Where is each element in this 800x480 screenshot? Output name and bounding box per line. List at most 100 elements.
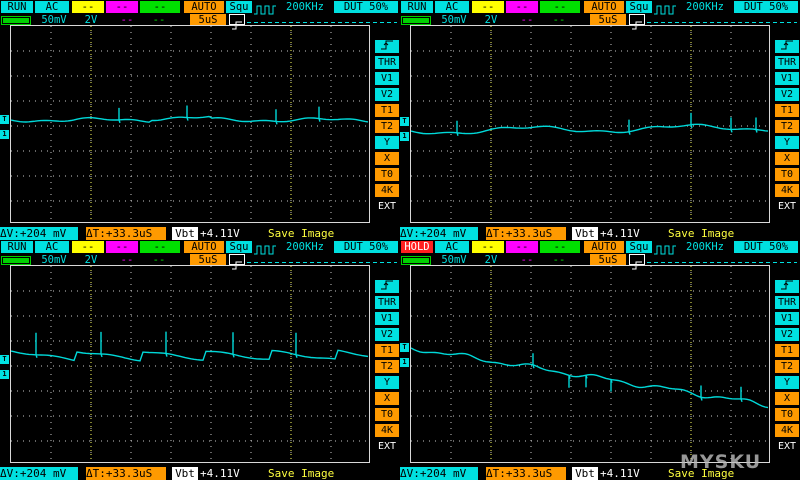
side-button-ext[interactable]: EXT <box>775 200 799 213</box>
trigger-mode-button[interactable]: AUTO <box>184 241 224 253</box>
side-button-v2[interactable]: V2 <box>775 328 799 341</box>
side-button-t2[interactable]: T2 <box>775 360 799 373</box>
coupling-button[interactable]: AC <box>35 241 69 253</box>
mode-button[interactable]: RUN <box>1 241 33 253</box>
mode-button[interactable]: RUN <box>1 1 33 13</box>
trigger-slot-3[interactable]: -- <box>540 241 580 253</box>
delta-t-readout: ΔT:+33.3uS <box>86 467 166 480</box>
side-button-x[interactable]: X <box>375 392 399 405</box>
duty-button[interactable]: DUT 50% <box>334 241 398 253</box>
side-button-4k[interactable]: 4K <box>775 184 799 197</box>
trigger-edge-icon[interactable] <box>629 254 645 270</box>
save-image-button[interactable]: Save Image <box>668 227 758 240</box>
side-button-v1[interactable]: V1 <box>375 72 399 85</box>
waveform-button[interactable]: Squ <box>226 241 252 253</box>
side-button-ext[interactable]: EXT <box>775 440 799 453</box>
side-button-x[interactable]: X <box>775 392 799 405</box>
side-button-t1[interactable]: T1 <box>775 344 799 357</box>
waveform-button[interactable]: Squ <box>626 1 652 13</box>
side-button-t0[interactable]: T0 <box>375 168 399 181</box>
trigger-edge-icon[interactable] <box>229 14 245 30</box>
side-button-y[interactable]: Y <box>375 136 399 149</box>
side-button-v1[interactable]: V1 <box>775 312 799 325</box>
trigger-edge-button[interactable] <box>775 280 799 293</box>
channel-marker[interactable]: 1 <box>0 370 9 379</box>
side-button-t2[interactable]: T2 <box>375 120 399 133</box>
side-button-v2[interactable]: V2 <box>375 328 399 341</box>
side-button-thr[interactable]: THR <box>375 56 399 69</box>
side-button-v1[interactable]: V1 <box>775 72 799 85</box>
mode-button[interactable]: RUN <box>401 1 433 13</box>
coupling-button[interactable]: AC <box>435 241 469 253</box>
side-button-4k[interactable]: 4K <box>375 424 399 437</box>
mode-button[interactable]: HOLD <box>401 241 433 253</box>
side-button-t0[interactable]: T0 <box>375 408 399 421</box>
side-button-v1[interactable]: V1 <box>375 312 399 325</box>
side-button-t1[interactable]: T1 <box>375 344 399 357</box>
trigger-level-marker[interactable]: T <box>0 355 9 364</box>
side-button-t0[interactable]: T0 <box>775 408 799 421</box>
waveform-display[interactable] <box>10 265 370 463</box>
side-button-4k[interactable]: 4K <box>375 184 399 197</box>
duty-button[interactable]: DUT 50% <box>734 241 798 253</box>
trigger-slot-2[interactable]: -- <box>506 241 538 253</box>
trigger-level-marker[interactable]: T <box>400 343 409 352</box>
side-button-ext[interactable]: EXT <box>375 440 399 453</box>
side-button-v2[interactable]: V2 <box>375 88 399 101</box>
side-button-thr[interactable]: THR <box>775 296 799 309</box>
trigger-edge-button[interactable] <box>375 280 399 293</box>
side-button-x[interactable]: X <box>775 152 799 165</box>
waveform-display[interactable] <box>410 265 770 463</box>
trigger-slot-3[interactable]: -- <box>540 1 580 13</box>
trigger-slot-3[interactable]: -- <box>140 1 180 13</box>
trigger-slot-3[interactable]: -- <box>140 241 180 253</box>
side-button-y[interactable]: Y <box>775 376 799 389</box>
trigger-slot-1[interactable]: -- <box>472 241 504 253</box>
duty-button[interactable]: DUT 50% <box>734 1 798 13</box>
side-button-t2[interactable]: T2 <box>375 360 399 373</box>
channel-marker[interactable]: 1 <box>0 130 9 139</box>
waveform-display[interactable] <box>410 25 770 223</box>
channel-marker[interactable]: 1 <box>400 358 409 367</box>
trigger-level-marker[interactable]: T <box>0 115 9 124</box>
trigger-mode-button[interactable]: AUTO <box>584 241 624 253</box>
frequency-readout[interactable]: 200KHz <box>678 1 732 13</box>
trigger-edge-button[interactable] <box>375 40 399 53</box>
trigger-level-marker[interactable]: T <box>400 117 409 126</box>
side-button-thr[interactable]: THR <box>375 296 399 309</box>
waveform-button[interactable]: Squ <box>626 241 652 253</box>
frequency-readout[interactable]: 200KHz <box>278 1 332 13</box>
trigger-mode-button[interactable]: AUTO <box>584 1 624 13</box>
frequency-readout[interactable]: 200KHz <box>678 241 732 253</box>
trigger-edge-icon[interactable] <box>229 254 245 270</box>
duty-button[interactable]: DUT 50% <box>334 1 398 13</box>
trigger-slot-1[interactable]: -- <box>72 1 104 13</box>
trigger-slot-1[interactable]: -- <box>472 1 504 13</box>
side-button-y[interactable]: Y <box>775 136 799 149</box>
side-button-t2[interactable]: T2 <box>775 120 799 133</box>
trigger-slot-1[interactable]: -- <box>72 241 104 253</box>
save-image-button[interactable]: Save Image <box>268 227 358 240</box>
side-button-x[interactable]: X <box>375 152 399 165</box>
channel-marker[interactable]: 1 <box>400 132 409 141</box>
trigger-mode-button[interactable]: AUTO <box>184 1 224 13</box>
side-button-4k[interactable]: 4K <box>775 424 799 437</box>
trigger-edge-icon[interactable] <box>629 14 645 30</box>
side-button-t1[interactable]: T1 <box>775 104 799 117</box>
waveform-button[interactable]: Squ <box>226 1 252 13</box>
frequency-readout[interactable]: 200KHz <box>278 241 332 253</box>
save-image-button[interactable]: Save Image <box>268 467 358 480</box>
waveform-display[interactable] <box>10 25 370 223</box>
trigger-slot-2[interactable]: -- <box>106 241 138 253</box>
side-button-t0[interactable]: T0 <box>775 168 799 181</box>
coupling-button[interactable]: AC <box>435 1 469 13</box>
side-button-y[interactable]: Y <box>375 376 399 389</box>
side-button-t1[interactable]: T1 <box>375 104 399 117</box>
trigger-edge-button[interactable] <box>775 40 799 53</box>
trigger-slot-2[interactable]: -- <box>506 1 538 13</box>
side-button-ext[interactable]: EXT <box>375 200 399 213</box>
side-button-v2[interactable]: V2 <box>775 88 799 101</box>
side-button-thr[interactable]: THR <box>775 56 799 69</box>
coupling-button[interactable]: AC <box>35 1 69 13</box>
trigger-slot-2[interactable]: -- <box>106 1 138 13</box>
